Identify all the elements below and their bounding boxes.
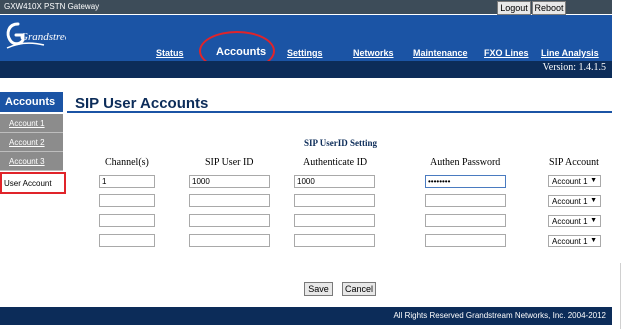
password-input-row-1[interactable] (425, 175, 506, 188)
dropdown-arrow-icon: ▼ (590, 217, 597, 224)
version-band: Version: 1.4.1.5 (0, 61, 612, 78)
version-label: Version: 1.4.1.5 (542, 62, 606, 73)
sip-account-value-row-4: Account 1 (552, 236, 588, 246)
window-title: GXW410X PSTN Gateway (4, 2, 100, 11)
logout-button[interactable]: Logout (497, 1, 531, 15)
page-margin (612, 0, 626, 329)
column-header-authen-password: Authen Password (430, 157, 501, 168)
column-header-sip-user-id: SIP User ID (205, 157, 254, 168)
authenticate-id-input-row-3[interactable] (294, 214, 375, 227)
sip-user-id-input-row-1[interactable] (189, 175, 270, 188)
sip-account-value-row-1: Account 1 (552, 176, 588, 186)
channels-input-row-1[interactable] (99, 175, 155, 188)
sip-user-id-input-row-4[interactable] (189, 234, 270, 247)
footer-band: All Rights Reserved Grandstream Networks… (0, 307, 612, 325)
copyright-text: All Rights Reserved Grandstream Networks… (393, 311, 606, 320)
sidebar-item-account-3[interactable]: Account 3 (0, 152, 63, 171)
sidebar-item-account-2[interactable]: Account 2 (0, 133, 63, 152)
grandstream-logo: Grandstream (6, 22, 66, 49)
sip-account-select-row-3[interactable]: Account 1 ▼ (548, 215, 601, 227)
brand-name: Grandstream (20, 31, 66, 43)
reboot-button[interactable]: Reboot (532, 1, 566, 15)
channels-input-row-4[interactable] (99, 234, 155, 247)
sip-account-select-row-1[interactable]: Account 1 ▼ (548, 175, 601, 187)
nav-status[interactable]: Status (156, 48, 184, 58)
authenticate-id-input-row-2[interactable] (294, 194, 375, 207)
column-header-authenticate-id: Authenticate ID (303, 157, 368, 168)
password-input-row-3[interactable] (425, 214, 506, 227)
header-band: Grandstream Status Accounts Settings Net… (0, 15, 612, 61)
sidebar-section-accounts[interactable]: Accounts (0, 92, 63, 112)
nav-fxo-lines[interactable]: FXO Lines (484, 48, 529, 58)
gateway-config-page: { "window": { "title": "GXW410X PSTN Gat… (0, 0, 626, 329)
authenticate-id-input-row-4[interactable] (294, 234, 375, 247)
password-input-row-2[interactable] (425, 194, 506, 207)
nav-settings[interactable]: Settings (287, 48, 323, 58)
authenticate-id-input-row-1[interactable] (294, 175, 375, 188)
column-header-sip-account: SIP Account (549, 157, 599, 168)
nav-networks[interactable]: Networks (353, 48, 394, 58)
channels-input-row-3[interactable] (99, 214, 155, 227)
sip-account-select-row-4[interactable]: Account 1 ▼ (548, 235, 601, 247)
dropdown-arrow-icon: ▼ (590, 237, 597, 244)
scrollbar-edge (620, 263, 621, 329)
title-divider (67, 111, 612, 113)
sip-account-value-row-3: Account 1 (552, 216, 588, 226)
sip-user-id-input-row-2[interactable] (189, 194, 270, 207)
nav-maintenance[interactable]: Maintenance (413, 48, 468, 58)
page-title: SIP User Accounts (75, 95, 209, 112)
section-title: SIP UserID Setting (304, 138, 378, 148)
sidebar-item-user-account[interactable]: User Account (0, 172, 66, 194)
sip-account-value-row-2: Account 1 (552, 196, 588, 206)
nav-line-analysis[interactable]: Line Analysis (541, 48, 599, 58)
save-button[interactable]: Save (304, 282, 333, 296)
dropdown-arrow-icon: ▼ (590, 197, 597, 204)
cancel-button[interactable]: Cancel (342, 282, 376, 296)
sip-user-id-input-row-3[interactable] (189, 214, 270, 227)
password-input-row-4[interactable] (425, 234, 506, 247)
sip-account-select-row-2[interactable]: Account 1 ▼ (548, 195, 601, 207)
column-header-channels: Channel(s) (105, 157, 149, 168)
dropdown-arrow-icon: ▼ (590, 177, 597, 184)
channels-input-row-2[interactable] (99, 194, 155, 207)
sidebar-item-account-1[interactable]: Account 1 (0, 114, 63, 133)
